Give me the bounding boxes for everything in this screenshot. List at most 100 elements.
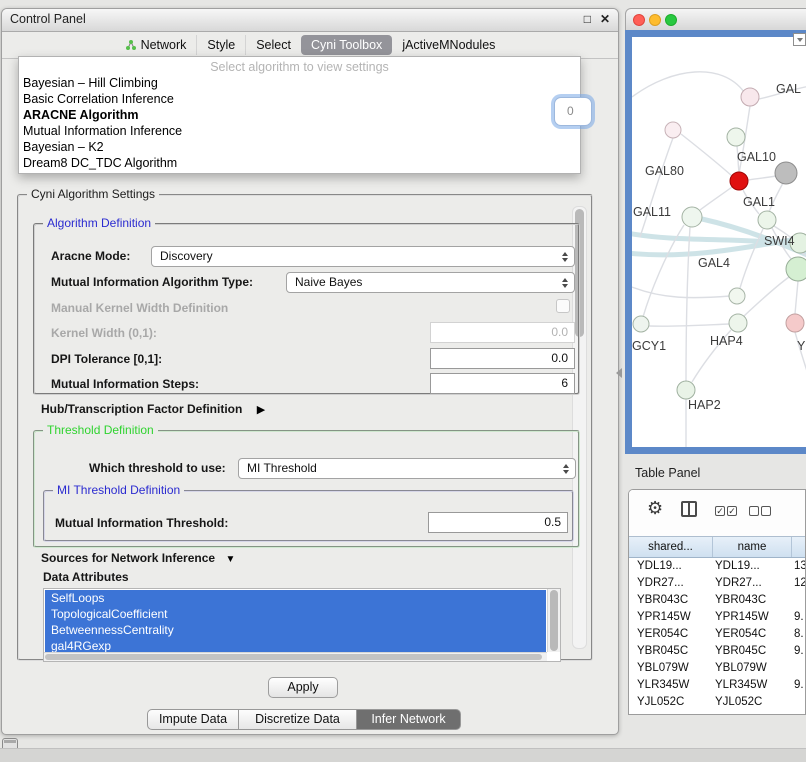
table-cell: YLR345W <box>713 677 792 694</box>
algorithm-combo-fragment[interactable]: 0 <box>554 97 592 126</box>
select-all-columns-icon[interactable]: ✓ <box>715 506 725 516</box>
node-label[interactable]: GAL10 <box>737 150 776 164</box>
column-header-partial[interactable] <box>792 537 805 557</box>
table-row[interactable]: YPR145WYPR145W9. <box>629 609 805 626</box>
control-panel-tabbar: Network Style Select Cyni Toolbox jActiv… <box>2 31 618 59</box>
popup-item-bayesian-hill[interactable]: Bayesian – Hill Climbing <box>19 75 580 91</box>
table-cell: 13 <box>792 558 805 575</box>
close-traffic-light[interactable] <box>633 14 645 26</box>
attribute-item[interactable]: SelfLoops <box>45 590 546 606</box>
table-row[interactable]: YER054CYER054C8. <box>629 626 805 643</box>
node-label[interactable]: Y <box>797 339 805 353</box>
tab-network[interactable]: Network <box>115 35 197 55</box>
table-cell: 8. <box>792 626 805 643</box>
tab-impute-data[interactable]: Impute Data <box>147 709 239 730</box>
cytoscape-desktop: Control Panel □ ✕ Network Style Select C… <box>0 0 806 762</box>
tab-style[interactable]: Style <box>196 35 245 55</box>
tab-infer-network[interactable]: Infer Network <box>357 709 461 730</box>
network-scrollbar-button[interactable] <box>793 33 806 46</box>
float-window-icon[interactable]: □ <box>584 12 591 26</box>
table-row[interactable]: YBR043CYBR043C <box>629 592 805 609</box>
node-label[interactable]: HAP4 <box>710 334 743 348</box>
columns-icon[interactable] <box>681 501 697 517</box>
unselect-all-columns-icon[interactable] <box>761 506 771 516</box>
manual-kernel-width-label: Manual Kernel Width Definition <box>51 301 228 315</box>
node-label[interactable]: GCY1 <box>632 339 666 353</box>
table-row[interactable]: YBL079WYBL079W <box>629 660 805 677</box>
mi-steps-input[interactable]: 6 <box>430 373 575 394</box>
kernel-width-input[interactable]: 0.0 <box>430 322 575 343</box>
column-header-name[interactable]: name <box>713 537 792 557</box>
popup-item-aracne[interactable]: ARACNE Algorithm <box>19 107 580 123</box>
node-label[interactable]: GAL1 <box>743 195 775 209</box>
select-all-columns-icon[interactable]: ✓ <box>727 506 737 516</box>
cyni-mode-tabs: Impute Data Discretize Data Infer Networ… <box>147 709 461 730</box>
status-bar <box>0 748 806 762</box>
hub-definition-disclosure[interactable]: Hub/Transcription Factor Definition ▶ <box>41 400 265 418</box>
attribute-item[interactable]: BetweennessCentrality <box>45 622 546 638</box>
tab-select[interactable]: Select <box>245 35 301 55</box>
tab-label: Network <box>141 38 187 52</box>
column-header-shared-name[interactable]: shared... <box>629 537 713 557</box>
which-threshold-select[interactable]: MI Threshold <box>238 458 576 479</box>
tab-jactivemnodules[interactable]: jActiveMNodules <box>392 35 505 55</box>
control-panel-titlebar[interactable]: Control Panel □ ✕ <box>2 9 618 32</box>
popup-item-bayesian-k2[interactable]: Bayesian – K2 <box>19 139 580 155</box>
mi-steps-label: Mutual Information Steps: <box>51 377 199 391</box>
popup-item-mutual-information[interactable]: Mutual Information Inference <box>19 123 580 139</box>
unselect-all-columns-icon[interactable] <box>749 506 759 516</box>
table-cell: YDR27... <box>629 575 713 592</box>
table-row[interactable]: YDL19...YDL19...13 <box>629 558 805 575</box>
data-attributes-label: Data Attributes <box>43 570 129 584</box>
table-cell: 9. <box>792 643 805 660</box>
tab-cyni-toolbox[interactable]: Cyni Toolbox <box>301 35 392 55</box>
expand-down-icon[interactable]: ▼ <box>226 554 236 565</box>
table-row[interactable]: YDR27...YDR27...12 <box>629 575 805 592</box>
aracne-mode-select[interactable]: Discovery <box>151 246 575 267</box>
threshold-definition-title: Threshold Definition <box>43 423 158 437</box>
list-vertical-scrollbar[interactable] <box>547 589 560 652</box>
table-cell: 12 <box>792 575 805 592</box>
close-icon[interactable]: ✕ <box>600 12 610 26</box>
kernel-width-label: Kernel Width (0,1): <box>51 326 157 340</box>
table-cell: YBR043C <box>629 592 713 609</box>
table-row[interactable]: YLR345WYLR345W9. <box>629 677 805 694</box>
table-cell: YBL079W <box>629 660 713 677</box>
network-canvas[interactable]: GAL GAL80 GAL10 GAL11 GAL1 SWI4 GAL4 GCY… <box>632 37 806 447</box>
tab-discretize-data[interactable]: Discretize Data <box>239 709 357 730</box>
control-panel-window: Control Panel □ ✕ Network Style Select C… <box>1 8 619 735</box>
table-row[interactable]: YBR045CYBR045C9. <box>629 643 805 660</box>
network-window-titlebar[interactable] <box>625 8 806 30</box>
splitter-collapse-icon[interactable] <box>616 368 622 378</box>
node-label[interactable]: GAL11 <box>633 205 671 219</box>
gear-icon[interactable]: ⚙ <box>647 498 663 519</box>
hub-definition-label: Hub/Transcription Factor Definition <box>41 402 242 416</box>
popup-item-dream8[interactable]: Dream8 DC_TDC Algorithm <box>19 155 580 171</box>
list-horizontal-scrollbar[interactable] <box>44 652 547 661</box>
expand-right-icon[interactable]: ▶ <box>257 404 265 416</box>
mi-threshold-definition-title: MI Threshold Definition <box>53 483 184 497</box>
zoom-traffic-light[interactable] <box>665 14 677 26</box>
mi-algorithm-type-label: Mutual Information Algorithm Type: <box>51 275 253 289</box>
algorithm-definition-title: Algorithm Definition <box>43 216 155 230</box>
manual-kernel-width-checkbox[interactable] <box>556 299 570 313</box>
table-cell: YLR345W <box>629 677 713 694</box>
table-cell: 9. <box>792 677 805 694</box>
popup-item-basic-correlation[interactable]: Basic Correlation Inference <box>19 91 580 107</box>
dpi-tolerance-input[interactable]: 0.0 <box>430 348 575 369</box>
minimize-traffic-light[interactable] <box>649 14 661 26</box>
node-label[interactable]: GAL80 <box>645 164 684 178</box>
table-row[interactable]: YJL052CYJL052C <box>629 694 805 711</box>
apply-button[interactable]: Apply <box>268 677 338 698</box>
mi-algorithm-type-select[interactable]: Naive Bayes <box>286 272 575 293</box>
attribute-item[interactable]: TopologicalCoefficient <box>45 606 546 622</box>
sources-disclosure[interactable]: Sources for Network Inference ▼ <box>41 549 235 567</box>
data-attributes-list[interactable]: SelfLoops TopologicalCoefficient Between… <box>43 588 561 662</box>
node-label[interactable]: GAL <box>776 82 801 96</box>
node-label[interactable]: SWI4 <box>764 234 795 248</box>
mi-threshold-input[interactable]: 0.5 <box>428 512 568 533</box>
node-label[interactable]: GAL4 <box>698 256 730 270</box>
algorithm-select-popup: Select algorithm to view settings Bayesi… <box>18 56 581 174</box>
mi-threshold-definition-group: MI Threshold Definition Mutual Informati… <box>43 490 574 542</box>
node-label[interactable]: HAP2 <box>688 398 721 412</box>
